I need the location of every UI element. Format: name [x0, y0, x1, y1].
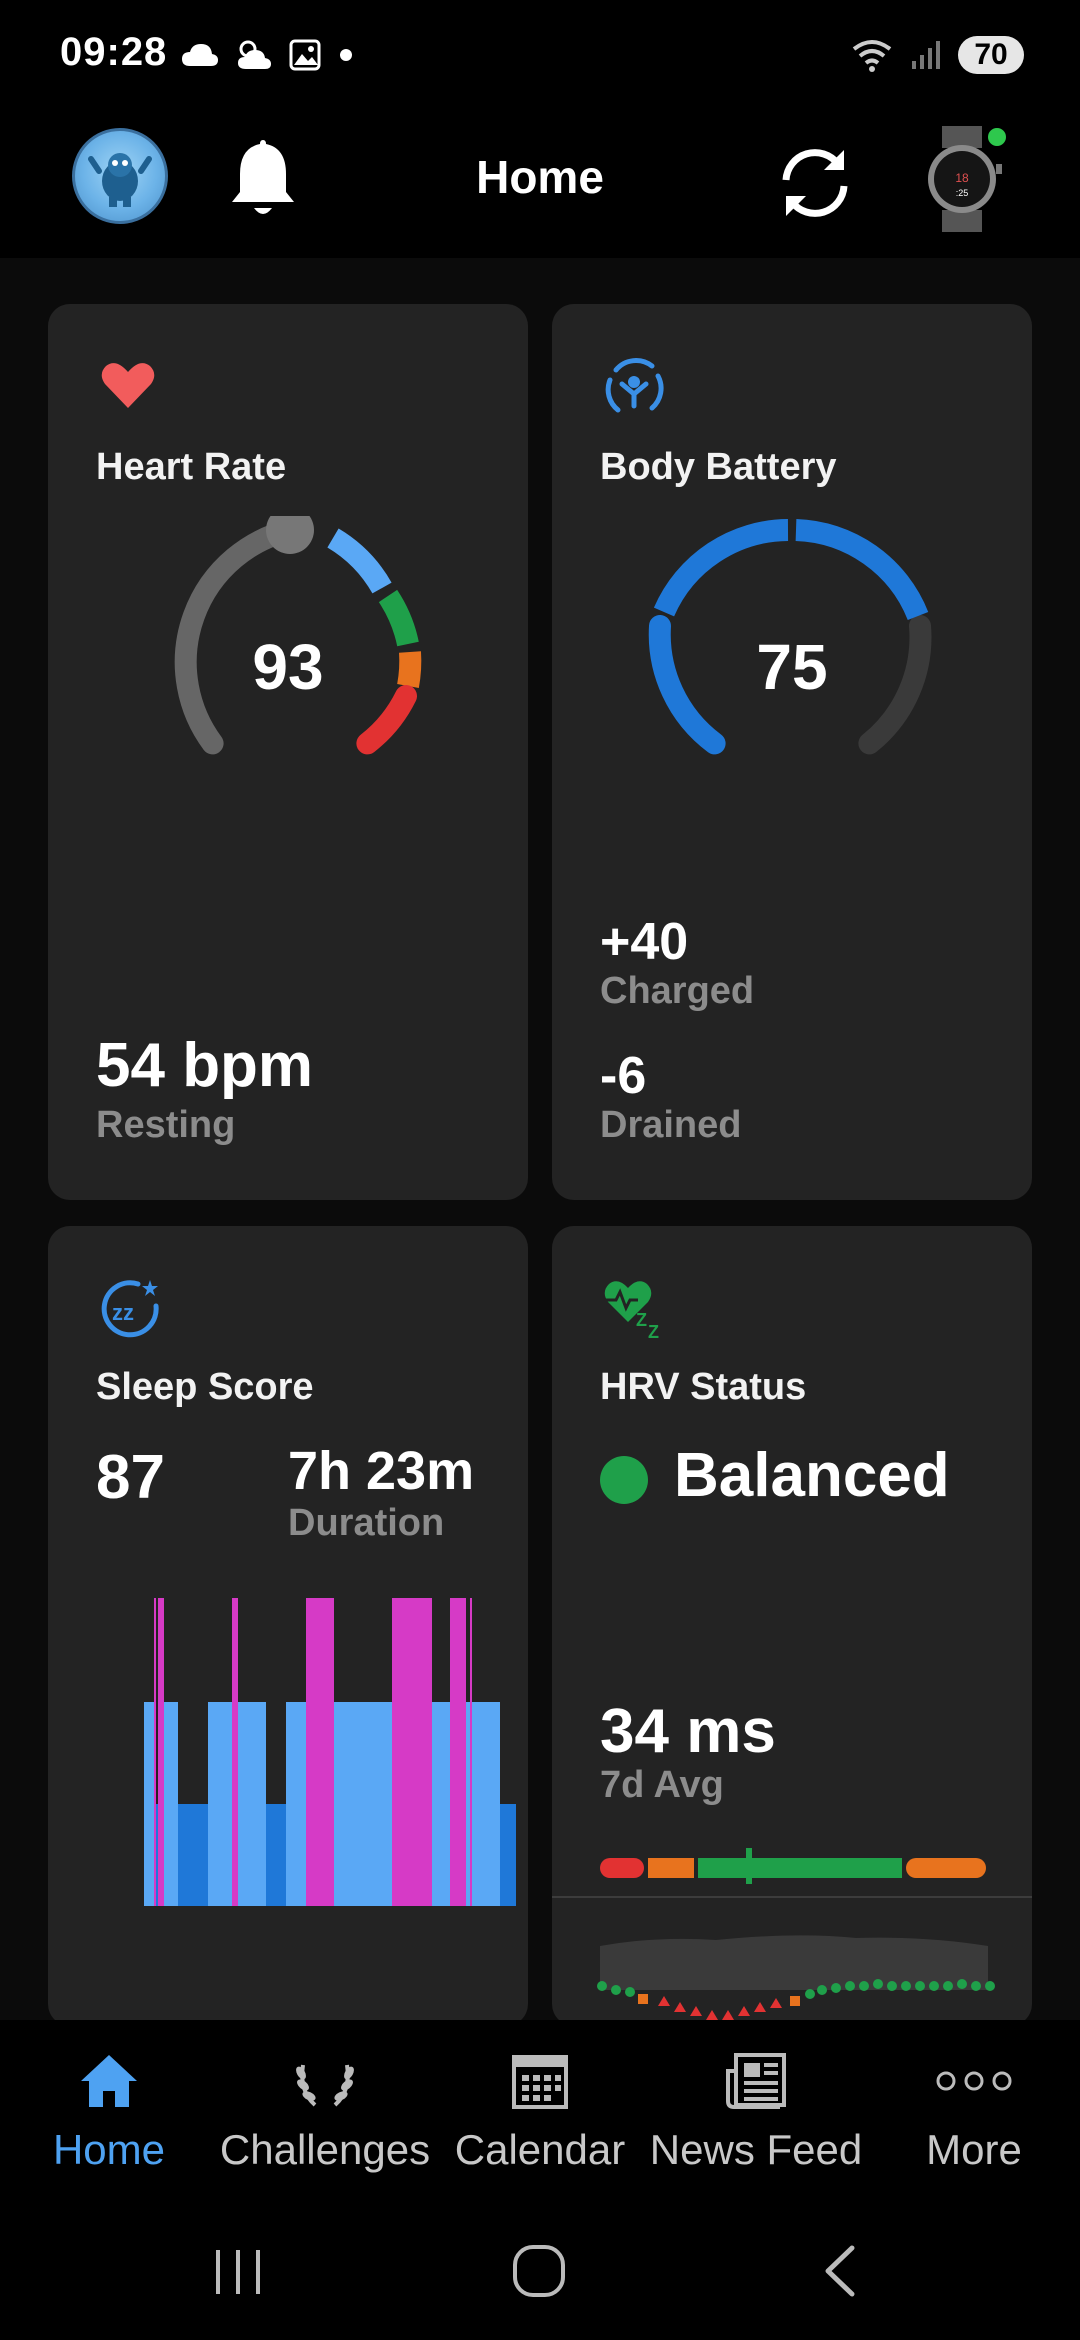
bottom-nav: Home Challenges Calendar News Feed More: [0, 2020, 1080, 2210]
hrv-status-value: Balanced: [674, 1441, 950, 1510]
device-connected-indicator: [985, 125, 1009, 149]
sleep-duration-label: Duration: [288, 1502, 445, 1544]
sync-icon[interactable]: [772, 140, 858, 226]
sleep-stages-chart: [144, 1598, 516, 1906]
status-notification-icons: [180, 30, 356, 80]
nav-item-home[interactable]: Home: [26, 2020, 192, 2210]
nav-item-challenges[interactable]: Challenges: [220, 2020, 430, 2210]
hrv-status-title: HRV Status: [600, 1366, 807, 1408]
sleep-score-title: Sleep Score: [96, 1366, 314, 1408]
signal-icon: [912, 41, 940, 69]
heart-rate-title: Heart Rate: [96, 446, 287, 488]
hrv-status-dot: [600, 1456, 648, 1504]
nav-label-calendar: Calendar: [454, 2126, 626, 2173]
nav-item-news-feed[interactable]: News Feed: [650, 2020, 862, 2210]
nav-label-challenges: Challenges: [219, 2126, 431, 2173]
dot-icon: [340, 49, 352, 61]
resting-heart-rate-value: 54 bpm: [96, 1031, 314, 1100]
laurel-icon: [285, 2048, 365, 2114]
nav-label-home: Home: [52, 2126, 166, 2173]
resting-heart-rate-label: Resting: [96, 1104, 236, 1146]
hrv-status-card[interactable]: Z Z HRV Status Balanced 34 ms 7d Avg: [552, 1226, 1032, 2026]
body-battery-title: Body Battery: [600, 446, 837, 488]
hrv-average-value: 34 ms: [600, 1697, 776, 1766]
svg-text:Z: Z: [636, 1310, 647, 1330]
svg-text::25: :25: [956, 188, 969, 198]
body-battery-icon: [605, 358, 664, 413]
sleep-duration-value: 7h 23m: [288, 1441, 475, 1501]
more-icon: [934, 2048, 1014, 2114]
sleep-score-card[interactable]: zz Sleep Score 87 7h 23m Duration: [48, 1226, 528, 2026]
status-bar: 09:28 70: [0, 0, 1080, 110]
svg-text:zz: zz: [112, 1300, 134, 1325]
hrv-divider: [552, 1896, 1032, 1898]
cloud-icon: [182, 44, 218, 66]
home-icon: [69, 2048, 149, 2114]
body-battery-drained-value: -6: [600, 1047, 647, 1105]
nav-label-news-feed: News Feed: [649, 2126, 863, 2173]
status-time: 09:28: [60, 30, 168, 74]
body-battery-charged-value: +40: [600, 913, 689, 971]
hrv-trend-chart: [597, 1935, 995, 2020]
image-icon: [289, 39, 321, 71]
calendar-icon: [500, 2048, 580, 2114]
wifi-icon: [852, 40, 892, 72]
app-header: Home 18 :25: [0, 110, 1080, 258]
nav-item-calendar[interactable]: Calendar: [440, 2020, 640, 2210]
sleep-score-value: 87: [96, 1443, 165, 1512]
heart-rate-card[interactable]: Heart Rate 93 54 bpm Resting: [48, 304, 528, 1200]
heart-rate-current: 93: [252, 631, 324, 703]
back-icon[interactable]: [820, 2242, 860, 2300]
svg-text:18: 18: [955, 171, 969, 185]
hrv-average-label: 7d Avg: [600, 1764, 724, 1806]
battery-indicator: 70: [958, 36, 1024, 74]
body-battery-card[interactable]: Body Battery 75 +40 Charged -6 Drained: [552, 304, 1032, 1200]
hrv-range-bar: [600, 1848, 986, 1884]
svg-text:Z: Z: [648, 1322, 659, 1340]
partly-cloudy-icon: [238, 40, 271, 69]
body-battery-current: 75: [756, 631, 828, 703]
heart-icon: [101, 363, 155, 408]
recent-apps-icon[interactable]: [212, 2244, 264, 2300]
status-system-icons: 70: [850, 30, 1024, 80]
newspaper-icon: [716, 2048, 796, 2114]
body-battery-charged-label: Charged: [600, 970, 755, 1012]
nav-label-more: More: [926, 2126, 1022, 2173]
page-title: Home: [476, 151, 604, 203]
system-nav-bar: [0, 2210, 1080, 2340]
sleep-icon: zz: [101, 1280, 159, 1338]
nav-item-more[interactable]: More: [894, 2020, 1054, 2210]
body-battery-drained-label: Drained: [600, 1104, 742, 1146]
home-button-icon[interactable]: [510, 2242, 568, 2300]
hrv-icon: Z Z: [604, 1281, 659, 1340]
